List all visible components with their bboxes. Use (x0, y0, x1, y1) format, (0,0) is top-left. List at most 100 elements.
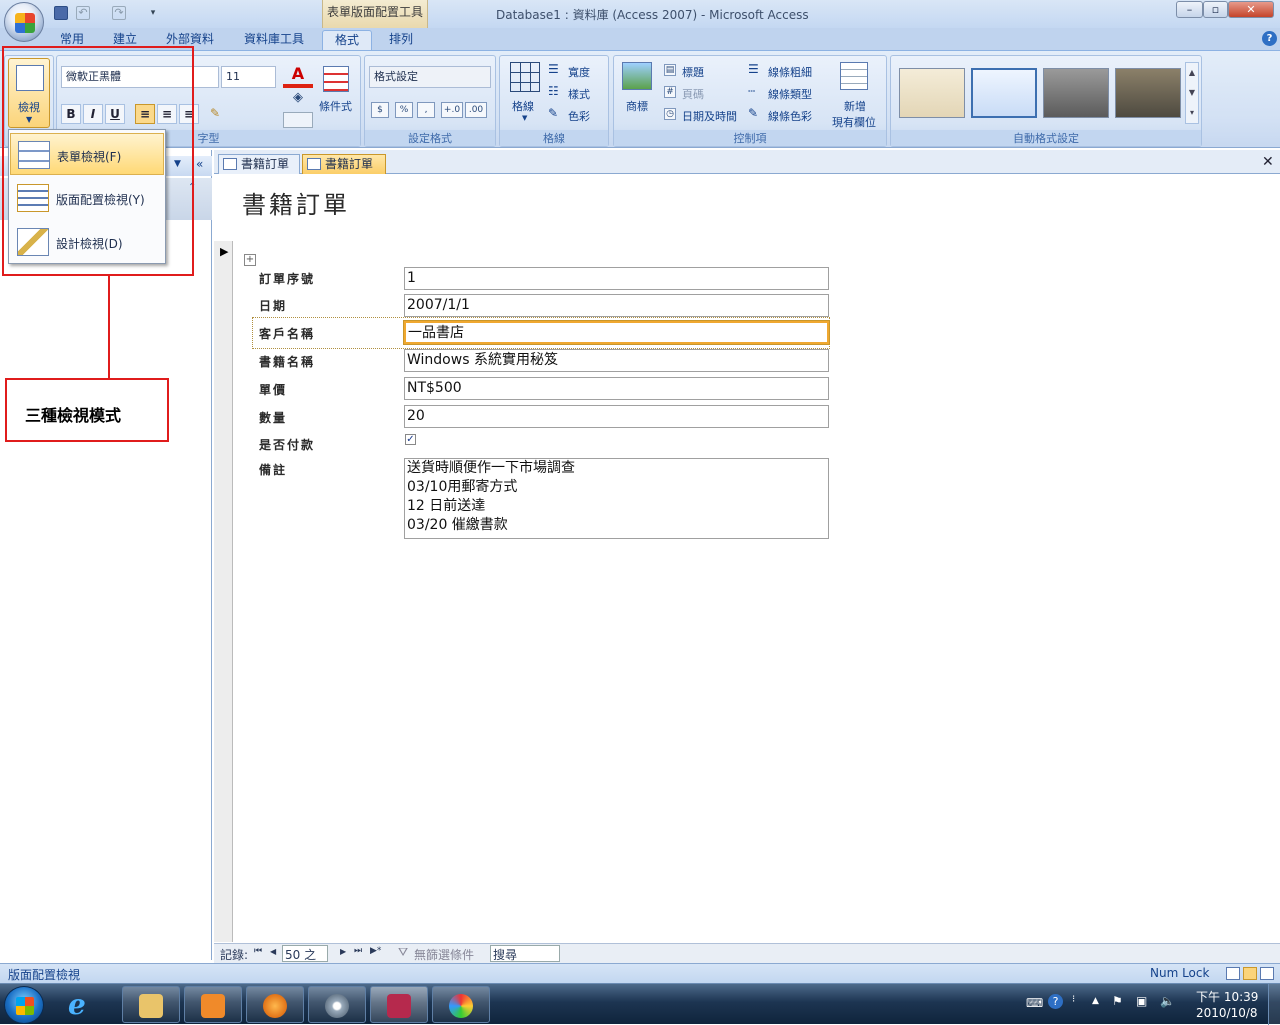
gridline-width-button[interactable]: 寬度 (568, 64, 590, 80)
customize-qat-icon[interactable]: ▾ (146, 6, 160, 20)
filter-status[interactable]: 無篩選條件 (414, 946, 474, 963)
clock-date[interactable]: 2010/10/8 (1196, 1006, 1258, 1020)
percent-icon[interactable]: % (395, 102, 413, 118)
conditional-format-label[interactable]: 條件式 (319, 98, 352, 114)
taskbar-explorer[interactable] (122, 986, 180, 1023)
action-center-icon[interactable]: ⚑ (1112, 994, 1123, 1008)
help-icon[interactable]: ? (1262, 31, 1277, 46)
collapse-nav-icon[interactable]: « (196, 157, 203, 171)
add-existing-fields-label-1[interactable]: 新增 (844, 98, 866, 114)
autoformat-option-4[interactable] (1115, 68, 1181, 118)
tray-options-icon[interactable]: ⁝ (1072, 994, 1075, 1005)
prev-record-button[interactable]: ◀ (270, 947, 276, 956)
new-record-button[interactable]: ▶* (370, 946, 381, 956)
taskbar-media-player[interactable] (184, 986, 242, 1023)
page-number-icon: # (664, 86, 676, 98)
show-hidden-icons[interactable]: ▲ (1092, 996, 1099, 1006)
autoformat-option-2[interactable] (971, 68, 1037, 118)
taskbar-firefox[interactable] (246, 986, 304, 1023)
currency-icon[interactable]: $ (371, 102, 389, 118)
tab-arrange[interactable]: 排列 (380, 30, 422, 50)
last-record-button[interactable]: ⏭ (354, 946, 362, 956)
add-existing-fields-icon[interactable] (840, 62, 868, 90)
tab-database-tools[interactable]: 資料庫工具 (236, 30, 312, 50)
field-order-id[interactable]: 1 (404, 267, 829, 290)
gridline-style-button[interactable]: 樣式 (568, 86, 590, 102)
format-dropdown[interactable]: 格式設定 (369, 66, 491, 88)
taskbar-dvd-maker[interactable] (308, 986, 366, 1023)
form-layout: 書籍訂單 ▶ + 訂單序號 1 日期 2007/1/1 客戶名稱 一品書店 書籍… (214, 175, 1280, 942)
comma-icon[interactable]: , (417, 102, 435, 118)
record-selector[interactable]: ▶ (214, 241, 233, 942)
redo-icon[interactable]: ↷ (112, 6, 126, 20)
field-book[interactable]: Windows 系統實用秘笈 (404, 349, 829, 372)
title-icon: ▤ (664, 64, 676, 76)
maximize-button[interactable]: ▫ (1203, 1, 1228, 18)
field-label-date: 日期 (259, 299, 288, 313)
font-size-dropdown[interactable]: 11 (221, 66, 276, 88)
layout-move-handle-icon[interactable]: + (244, 254, 256, 266)
autoformat-scroll-icon[interactable]: ▲ ▼ ▾ (1185, 62, 1199, 124)
keyboard-icon[interactable]: ⌨ (1026, 996, 1043, 1010)
close-document-icon[interactable]: ✕ (1262, 154, 1274, 170)
field-quantity[interactable]: 20 (404, 405, 829, 428)
autoformat-option-1[interactable] (899, 68, 965, 118)
start-button[interactable] (4, 986, 44, 1024)
doc-tab-label: 書籍訂單 (325, 157, 374, 171)
gridlines-icon[interactable] (510, 62, 540, 92)
form-view-status-icon[interactable] (1226, 967, 1240, 980)
line-type-button[interactable]: 線條類型 (768, 86, 812, 102)
doc-tab-datasheet[interactable]: 書籍訂單 (218, 154, 300, 174)
office-button[interactable] (4, 2, 44, 42)
date-time-button[interactable]: 日期及時間 (682, 108, 737, 124)
paid-checkbox[interactable]: ✓ (405, 434, 416, 445)
decrease-decimal-icon[interactable]: .00 (465, 102, 487, 118)
taskbar-paint[interactable] (432, 986, 490, 1023)
title-button[interactable]: 標題 (682, 64, 704, 80)
network-icon[interactable]: ▣ (1136, 994, 1147, 1008)
field-price[interactable]: NT$500 (404, 377, 829, 400)
increase-decimal-icon[interactable]: +.0 (441, 102, 463, 118)
doc-tab-form[interactable]: 書籍訂單 (302, 154, 386, 174)
logo-icon[interactable] (622, 62, 652, 90)
design-view-status-icon[interactable] (1260, 967, 1274, 980)
annotation-text: 三種檢視模式 (25, 406, 122, 425)
gridline-color-button[interactable]: 色彩 (568, 108, 590, 124)
datasheet-icon (223, 158, 237, 170)
autoformat-option-3[interactable] (1043, 68, 1109, 118)
fill-color-icon[interactable]: ◈ (283, 90, 313, 110)
firefox-icon (263, 994, 287, 1018)
first-record-button[interactable]: ⏮ (254, 946, 262, 956)
clock-time[interactable]: 下午 10:39 (1196, 988, 1258, 1005)
record-position-input[interactable]: 50 之 1 (282, 945, 328, 977)
next-record-button[interactable]: ▶ (340, 947, 346, 956)
field-customer[interactable]: 一品書店 (404, 321, 829, 344)
help-tray-icon[interactable]: ? (1048, 994, 1063, 1009)
minimize-button[interactable]: – (1176, 1, 1203, 18)
volume-icon[interactable]: 🔈 (1160, 994, 1175, 1008)
line-thickness-button[interactable]: 線條粗細 (768, 64, 812, 80)
gridlines-label[interactable]: 格線 (512, 98, 534, 114)
field-date[interactable]: 2007/1/1 (404, 294, 829, 317)
logo-label[interactable]: 商標 (626, 98, 648, 114)
search-input[interactable]: 搜尋 (490, 945, 560, 962)
save-icon[interactable] (54, 6, 68, 20)
format-painter-icon[interactable]: ✎ (205, 104, 225, 124)
taskbar-access[interactable] (370, 986, 428, 1023)
close-button[interactable]: ✕ (1228, 1, 1274, 18)
conditional-format-icon[interactable] (323, 66, 349, 92)
undo-icon[interactable]: ↶ (76, 6, 90, 20)
font-color-icon[interactable]: A (283, 64, 313, 88)
field-label-customer: 客戶名稱 (259, 327, 316, 341)
line-color-button[interactable]: 線條色彩 (768, 108, 812, 124)
show-desktop-button[interactable] (1268, 984, 1280, 1025)
gridlines-chevron-icon: ▼ (522, 114, 528, 122)
tab-format[interactable]: 格式 (322, 30, 372, 50)
add-existing-fields-label-2[interactable]: 現有欄位 (832, 114, 876, 130)
layout-view-status-icon[interactable] (1243, 967, 1257, 980)
field-label-price: 單價 (259, 383, 288, 397)
filter-icon: ⛛ (398, 945, 409, 959)
field-notes[interactable]: 送貨時順便作一下市場調查 03/10用郵寄方式 12 日前送達 03/20 催繳… (404, 458, 829, 539)
ie-icon[interactable]: e (68, 990, 100, 1020)
line-thickness-icon: ☰ (748, 62, 759, 76)
